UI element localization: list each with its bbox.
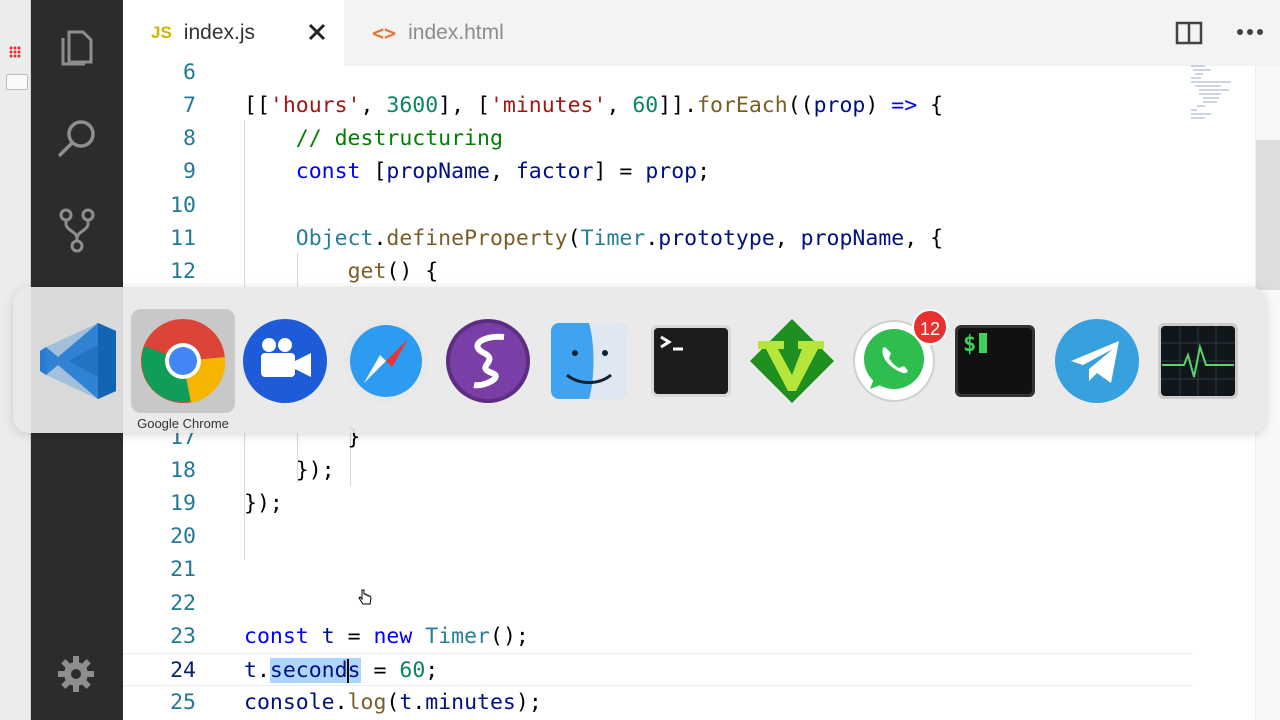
line-number: 10 — [170, 193, 196, 218]
line-number: 22 — [170, 591, 196, 616]
vscode-icon — [40, 323, 116, 399]
tab-index-html[interactable]: <> index.html — [344, 0, 563, 66]
code-line: 22 — [123, 587, 1193, 620]
line-number: 7 — [183, 93, 196, 118]
js-file-icon: JS — [151, 23, 172, 42]
tab-bar: JS index.js <> index.html — [123, 0, 1280, 66]
current-code-line: 24 t.seconds = 60; — [123, 653, 1193, 686]
code-text: get() { — [347, 259, 439, 284]
code-line: 11 Object.defineProperty(Timer.prototype… — [123, 222, 1193, 255]
text-caret — [346, 659, 349, 683]
code-line: 6 — [123, 60, 1193, 89]
code-text: console.log(t.minutes); — [244, 690, 542, 715]
dock-app-whatsapp[interactable]: 12 — [842, 309, 948, 413]
line-number: 18 — [170, 458, 196, 483]
selected-text: seconds — [269, 658, 361, 683]
telegram-icon — [1055, 319, 1139, 403]
emacs-icon — [446, 319, 530, 403]
tab-label: index.js — [183, 21, 255, 44]
line-number: 8 — [183, 126, 196, 151]
explorer-icon[interactable] — [53, 22, 101, 70]
code-text: // destructuring — [295, 126, 503, 151]
line-number: 12 — [170, 259, 196, 284]
terminal-icon — [651, 325, 731, 397]
dock-app-screen-recorder[interactable] — [233, 309, 337, 413]
dock-app-iterm[interactable]: $ — [943, 309, 1047, 413]
code-text: const t = new Timer(); — [244, 624, 529, 649]
code-line: 19}); — [123, 487, 1193, 520]
dock-app-emacs[interactable] — [436, 309, 540, 413]
dock-app-vscode[interactable] — [30, 309, 134, 413]
dock-app-finder[interactable] — [537, 309, 641, 413]
dock-app-safari[interactable] — [334, 309, 438, 413]
iterm-icon: $ — [955, 325, 1035, 397]
code-text: }); — [244, 458, 335, 483]
finder-icon — [551, 323, 627, 399]
dock-app-label: Google Chrome — [137, 416, 229, 431]
line-number: 11 — [170, 226, 196, 251]
code-text: Object.defineProperty(Timer.prototype, p… — [295, 226, 944, 251]
dock-app-vim[interactable] — [740, 309, 844, 413]
line-number: 20 — [170, 524, 196, 549]
address-box — [6, 74, 28, 90]
line-number: 19 — [170, 491, 196, 516]
close-icon[interactable] — [307, 22, 327, 42]
tab-index-js[interactable]: JS index.js — [123, 0, 344, 66]
dock-app-chrome[interactable] — [131, 309, 235, 413]
settings-gear-icon[interactable] — [56, 654, 96, 694]
code-line: 9 const [propName, factor] = prop; — [123, 155, 1193, 188]
dock-app-activity-monitor[interactable] — [1146, 309, 1250, 413]
line-number: 25 — [170, 690, 196, 715]
chrome-icon — [141, 319, 226, 403]
tab-label: index.html — [408, 21, 504, 44]
code-line: 10 — [123, 189, 1193, 222]
screen-recorder-icon — [243, 319, 327, 403]
code-text: const [propName, factor] = prop; — [295, 159, 711, 184]
split-editor-icon[interactable] — [1175, 21, 1203, 45]
dock-app-terminal[interactable] — [639, 309, 743, 413]
code-line: 12 get() { — [123, 255, 1193, 288]
code-text: }); — [244, 491, 283, 516]
code-line: 23 const t = new Timer(); — [123, 620, 1193, 653]
line-number: 21 — [170, 557, 196, 582]
scrollbar-thumb[interactable] — [1256, 140, 1280, 290]
more-actions-icon[interactable] — [1235, 22, 1265, 42]
code-line: 20 — [123, 520, 1193, 553]
dock-app-telegram[interactable] — [1045, 309, 1149, 413]
activity-monitor-icon — [1158, 323, 1238, 399]
line-number: 6 — [183, 60, 196, 85]
code-line: 8 // destructuring — [123, 122, 1193, 155]
line-number: 9 — [183, 159, 196, 184]
code-line: 21 — [123, 553, 1193, 586]
code-line: 25 console.log(t.minutes); — [123, 686, 1193, 719]
safari-icon — [344, 319, 428, 403]
search-icon[interactable] — [53, 114, 101, 162]
vim-icon — [750, 319, 834, 403]
app-switcher-dock: 12 $ Google Chrome — [13, 287, 1266, 433]
line-number: 23 — [170, 624, 196, 649]
source-control-icon[interactable] — [53, 206, 101, 254]
code-line: 18 }); — [123, 454, 1193, 487]
mouse-pointer-icon — [358, 589, 372, 605]
line-number: 24 — [170, 658, 196, 683]
code-text: [['hours', 3600], ['minutes', 60]].forEa… — [244, 93, 944, 118]
apps-grid-icon — [9, 46, 21, 58]
svg-text:$: $ — [963, 332, 976, 357]
code-text: t.seconds = 60; — [244, 658, 439, 683]
html-file-icon: <> — [372, 21, 397, 45]
code-line: 7 [['hours', 3600], ['minutes', 60]].forE… — [123, 89, 1193, 122]
